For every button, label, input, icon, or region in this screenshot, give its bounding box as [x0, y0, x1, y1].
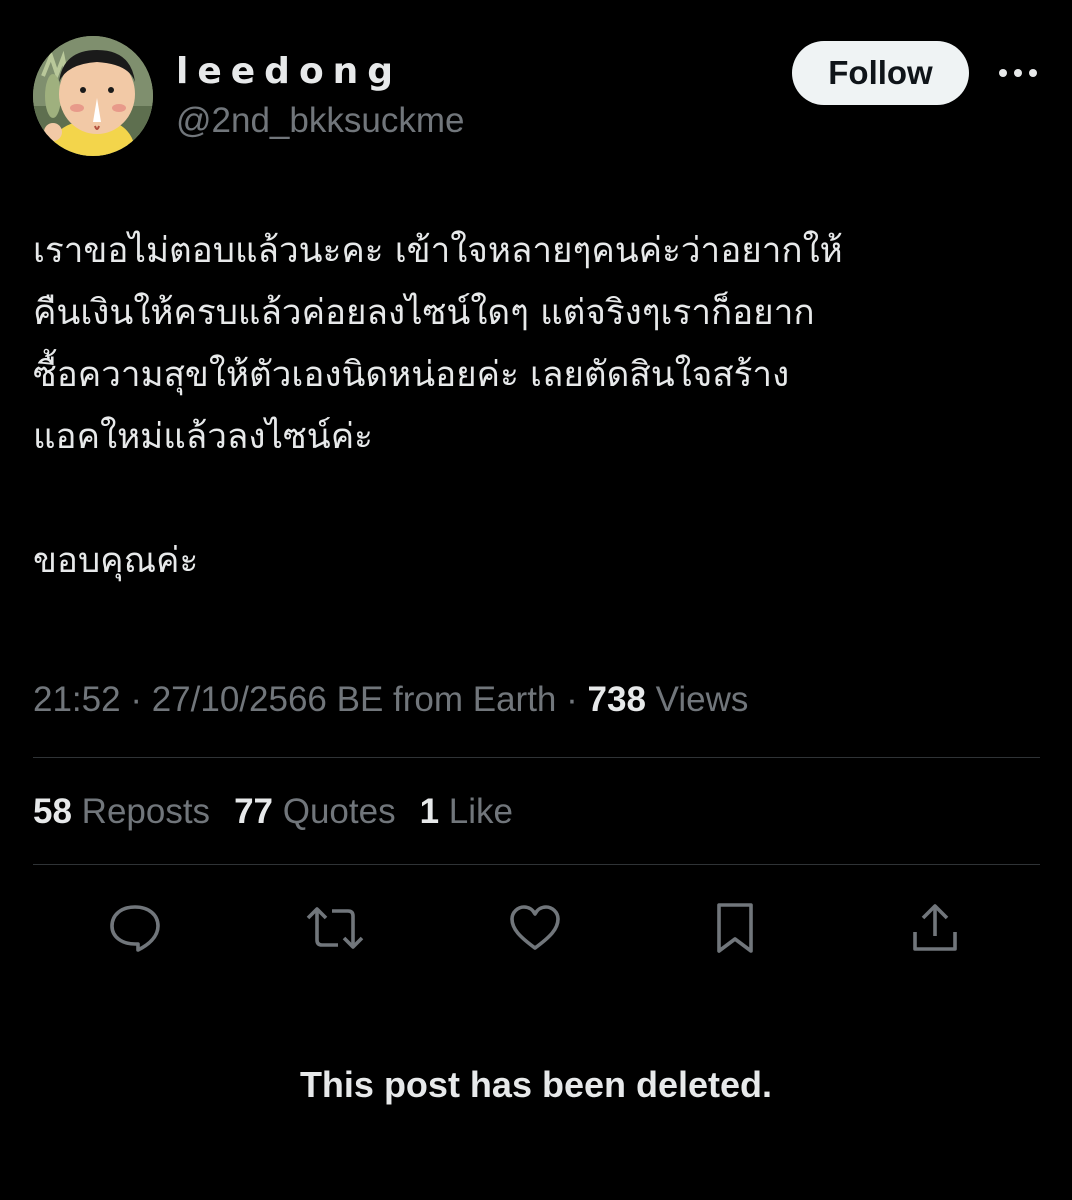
more-horizontal-icon: [999, 69, 1037, 77]
like-button[interactable]: [503, 896, 567, 960]
meta-separator-2: ·: [556, 680, 588, 719]
reply-icon: [110, 905, 160, 952]
divider-bottom: [33, 864, 1040, 865]
reply-button[interactable]: [103, 896, 167, 960]
tweet-header: leedong @2nd_bkksuckme Follow: [33, 36, 1043, 160]
action-bar: [33, 896, 1040, 960]
display-name[interactable]: leedong: [176, 50, 464, 94]
tweet-meta: 21:52 · 27/10/2566 BE from Earth · 738 V…: [33, 675, 748, 725]
tweet-time[interactable]: 21:52: [33, 680, 121, 719]
user-names: leedong @2nd_bkksuckme: [176, 50, 464, 142]
share-icon: [913, 904, 957, 951]
repost-icon: [306, 907, 364, 949]
bookmark-icon: [717, 903, 753, 953]
meta-separator: ·: [120, 680, 152, 719]
tweet-date[interactable]: 27/10/2566 BE: [152, 680, 384, 719]
reposts-stat[interactable]: 58 Reposts: [33, 787, 210, 837]
tweet-source: from Earth: [383, 680, 557, 719]
divider-top: [33, 757, 1040, 758]
user-handle[interactable]: @2nd_bkksuckme: [176, 100, 464, 142]
tweet-page: leedong @2nd_bkksuckme Follow เราขอไม่ตอ…: [0, 0, 1072, 1200]
views-count: 738: [587, 680, 646, 719]
quotes-stat[interactable]: 77 Quotes: [234, 787, 396, 837]
likes-count: 1: [419, 792, 440, 831]
reposts-count: 58: [33, 792, 72, 831]
tweet-stats: 58 Reposts 77 Quotes 1 Like: [33, 787, 537, 837]
bookmark-button[interactable]: [703, 896, 767, 960]
like-icon: [510, 905, 560, 950]
views-label: Views: [645, 680, 749, 719]
deleted-notice: This post has been deleted.: [299, 1064, 773, 1105]
likes-stat[interactable]: 1 Like: [420, 787, 513, 837]
avatar[interactable]: [33, 36, 153, 156]
reposts-label: Reposts: [71, 792, 211, 831]
follow-button[interactable]: Follow: [792, 41, 969, 105]
tweet-text: เราขอไม่ตอบแล้วนะคะ เข้าใจหลายๆคนค่ะว่าอ…: [33, 231, 843, 581]
likes-label: Like: [439, 792, 513, 831]
quotes-count: 77: [234, 792, 273, 831]
quotes-label: Quotes: [273, 792, 396, 831]
repost-button[interactable]: [303, 896, 367, 960]
cartoon-boy-avatar-icon: [33, 36, 153, 156]
share-button[interactable]: [903, 896, 967, 960]
more-options-button[interactable]: [996, 58, 1040, 88]
